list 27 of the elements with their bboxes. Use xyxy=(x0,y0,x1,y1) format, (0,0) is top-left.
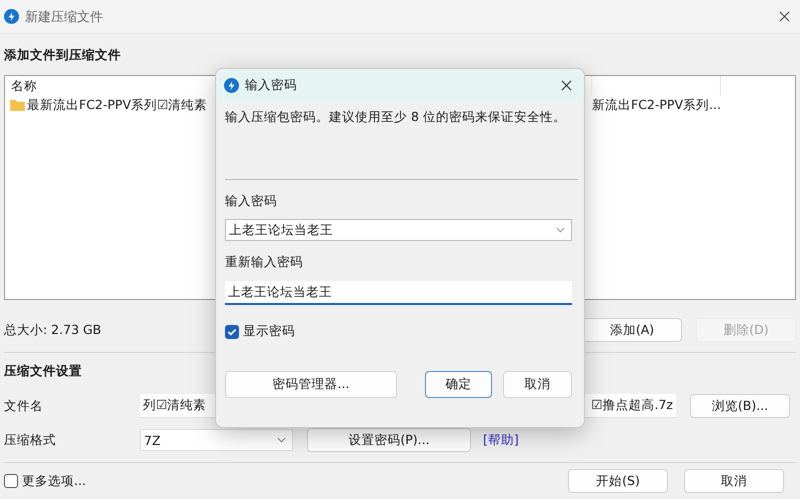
dialog-message: 输入压缩包密码。建议使用至少 8 位的密码来保证安全性。 xyxy=(225,109,567,126)
start-button[interactable]: 开始(S) xyxy=(568,469,668,493)
field-value: ☑撸点超高.7z xyxy=(591,397,673,414)
field-label: 重新输入密码 xyxy=(225,254,304,271)
window-title: 新建压缩文件 xyxy=(25,8,103,26)
section-heading: 添加文件到压缩文件 xyxy=(4,47,122,64)
field-label: 输入密码 xyxy=(225,193,278,210)
format-dropdown[interactable]: 7Z xyxy=(140,429,293,451)
field-label: 压缩格式 xyxy=(4,432,57,448)
field-value: 列☑清纯素 xyxy=(143,397,206,414)
checkbox-label[interactable]: 显示密码 xyxy=(243,323,295,340)
password-combo-field[interactable]: 上老王论坛当老王 xyxy=(225,219,572,241)
set-password-button[interactable]: 设置密码(P)... xyxy=(307,428,471,452)
field-label: 文件名 xyxy=(4,398,44,414)
cancel-button[interactable]: 取消 xyxy=(503,371,572,398)
total-size: 总大小: 2.73 GB xyxy=(4,322,102,338)
help-link[interactable]: [帮助] xyxy=(483,432,519,448)
browse-button[interactable]: 浏览(B)... xyxy=(690,394,790,418)
ok-button[interactable]: 确定 xyxy=(425,371,492,398)
confirm-password-field[interactable]: 上老王论坛当老王 xyxy=(225,281,572,305)
dialog-title: 输入密码 xyxy=(245,76,297,94)
table-cell: 新流出FC2-PPV系列... xyxy=(592,96,721,114)
section-heading: 压缩文件设置 xyxy=(4,363,83,380)
password-manager-button[interactable]: 密码管理器... xyxy=(225,371,397,398)
add-button[interactable]: 添加(A) xyxy=(582,318,682,342)
checkbox-label[interactable]: 更多选项... xyxy=(22,472,86,490)
cancel-button[interactable]: 取消 xyxy=(684,469,784,493)
